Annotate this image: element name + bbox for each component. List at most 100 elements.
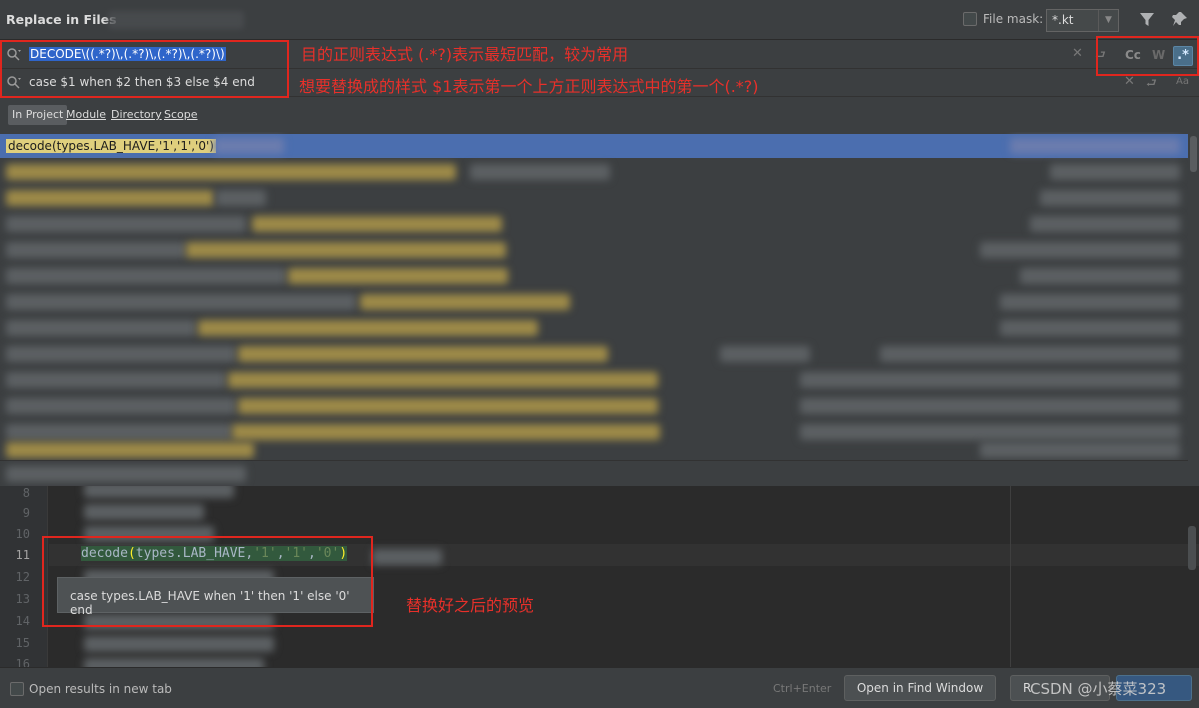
tab-directory[interactable]: Directory	[107, 105, 166, 125]
scope-bar: In Project Module Directory Scope	[0, 98, 1199, 132]
redacted-path	[800, 372, 1180, 388]
result-row[interactable]	[0, 368, 1188, 392]
file-mask-input[interactable]: *.kt ▼	[1046, 9, 1119, 32]
redacted-match	[288, 268, 508, 284]
redacted-title-path	[108, 11, 244, 29]
redacted-text	[6, 398, 236, 414]
redacted-match	[198, 320, 538, 336]
redacted-code	[84, 486, 234, 498]
redacted-text	[6, 466, 246, 482]
redacted-path	[1000, 320, 1180, 336]
line-number: 12	[15, 570, 30, 584]
editor-scrollbar-thumb[interactable]	[1188, 526, 1196, 570]
redacted-match	[228, 372, 658, 388]
result-row[interactable]	[0, 212, 1188, 236]
results-scrollbar-thumb[interactable]	[1190, 136, 1197, 172]
replace-annotation: 想要替换成的样式 $1表示第一个上方正则表达式中的第一个(.*?)	[299, 77, 759, 96]
preserve-case-icon[interactable]: Aa	[1176, 76, 1189, 87]
redacted-text	[6, 216, 246, 232]
redacted-text	[6, 320, 196, 336]
redacted-text	[6, 294, 356, 310]
redacted-match	[6, 164, 456, 180]
redacted-path	[980, 442, 1180, 458]
dialog-footer: Open results in new tab Ctrl+Enter Open …	[0, 667, 1199, 708]
line-number: 14	[15, 614, 30, 628]
line-number: 8	[22, 486, 30, 500]
results-status-strip	[0, 460, 1188, 486]
open-new-tab-checkbox[interactable]	[10, 682, 24, 696]
file-mask-label: File mask:	[983, 12, 1044, 26]
result-row[interactable]	[0, 238, 1188, 262]
editor-gutter: 8 9 10 11 12 13 14 15 16	[0, 486, 48, 667]
redacted-match	[186, 242, 506, 258]
redacted-path	[1000, 294, 1180, 310]
redacted-path	[1020, 268, 1180, 284]
result-row[interactable]	[0, 394, 1188, 418]
result-row[interactable]	[0, 316, 1188, 340]
result-row-selected[interactable]: decode(types.LAB_HAVE,'1','1','0')	[0, 134, 1188, 158]
line-number: 15	[15, 636, 30, 650]
results-list: decode(types.LAB_HAVE,'1','1','0')	[0, 132, 1188, 460]
redacted-path	[980, 242, 1180, 258]
replace-new-line-icon[interactable]: ⮐	[1146, 74, 1157, 95]
result-row[interactable]	[0, 186, 1188, 210]
pin-icon[interactable]	[1172, 11, 1188, 29]
line-number: 10	[15, 527, 30, 541]
result-row[interactable]	[0, 438, 1188, 460]
result-match-text: decode(types.LAB_HAVE,'1','1','0')	[6, 139, 216, 153]
watermark: CSDN @小蔡菜323	[1030, 680, 1167, 698]
tab-scope[interactable]: Scope	[160, 105, 202, 125]
chevron-down-icon[interactable]: ▼	[1098, 10, 1118, 31]
shortcut-hint: Ctrl+Enter	[773, 682, 832, 695]
redacted-path	[1050, 164, 1180, 180]
find-replace-highlight-box	[0, 40, 289, 98]
result-row[interactable]	[0, 160, 1188, 184]
redacted-path	[1030, 216, 1180, 232]
open-in-find-window-button[interactable]: Open in Find Window	[844, 675, 996, 701]
result-row[interactable]	[0, 342, 1188, 366]
redacted-text	[6, 242, 186, 258]
result-row[interactable]	[0, 264, 1188, 288]
file-mask-value: *.kt	[1052, 13, 1074, 27]
file-mask-toggle[interactable]: File mask:	[963, 12, 1043, 26]
redacted-match	[238, 398, 658, 414]
find-annotation: 目的正则表达式 (.*?)表示最短匹配，较为常用	[301, 45, 629, 64]
line-number-current: 11	[15, 548, 30, 562]
regex-option-highlight-box	[1096, 36, 1199, 76]
redacted-code	[84, 658, 264, 667]
redacted-text	[6, 268, 286, 284]
redacted-path	[1010, 138, 1180, 154]
redacted-path	[1040, 190, 1180, 206]
tab-in-project[interactable]: In Project	[8, 105, 68, 125]
clear-replace-icon[interactable]: ✕	[1124, 74, 1135, 89]
redacted-path	[880, 346, 1180, 362]
result-row[interactable]	[0, 290, 1188, 314]
redacted-text	[720, 346, 810, 362]
redacted-code	[84, 636, 274, 652]
redacted-text	[470, 164, 610, 180]
redacted-code	[84, 504, 204, 520]
redacted-match	[6, 442, 254, 458]
preview-highlight-box	[42, 536, 373, 627]
preview-annotation: 替换好之后的预览	[406, 596, 535, 615]
redacted-match	[252, 216, 502, 232]
line-number: 13	[15, 592, 30, 606]
results-scrollbar[interactable]	[1188, 132, 1199, 486]
tab-module[interactable]: Module	[62, 105, 110, 125]
redacted-match	[238, 346, 608, 362]
redacted-path	[800, 398, 1180, 414]
clear-find-icon[interactable]: ✕	[1072, 46, 1083, 61]
redacted-text	[6, 372, 226, 388]
filter-icon[interactable]	[1140, 12, 1154, 28]
file-mask-checkbox[interactable]	[963, 12, 977, 26]
redacted-text	[6, 346, 236, 362]
redacted-match	[6, 190, 214, 206]
redacted-text	[216, 190, 266, 206]
line-number: 9	[22, 506, 30, 520]
redacted-text	[214, 138, 284, 154]
redacted-code	[372, 549, 442, 565]
right-margin-guide	[1010, 486, 1011, 667]
open-new-tab-label: Open results in new tab	[29, 682, 172, 696]
line-number: 16	[15, 657, 30, 667]
redacted-match	[360, 294, 570, 310]
